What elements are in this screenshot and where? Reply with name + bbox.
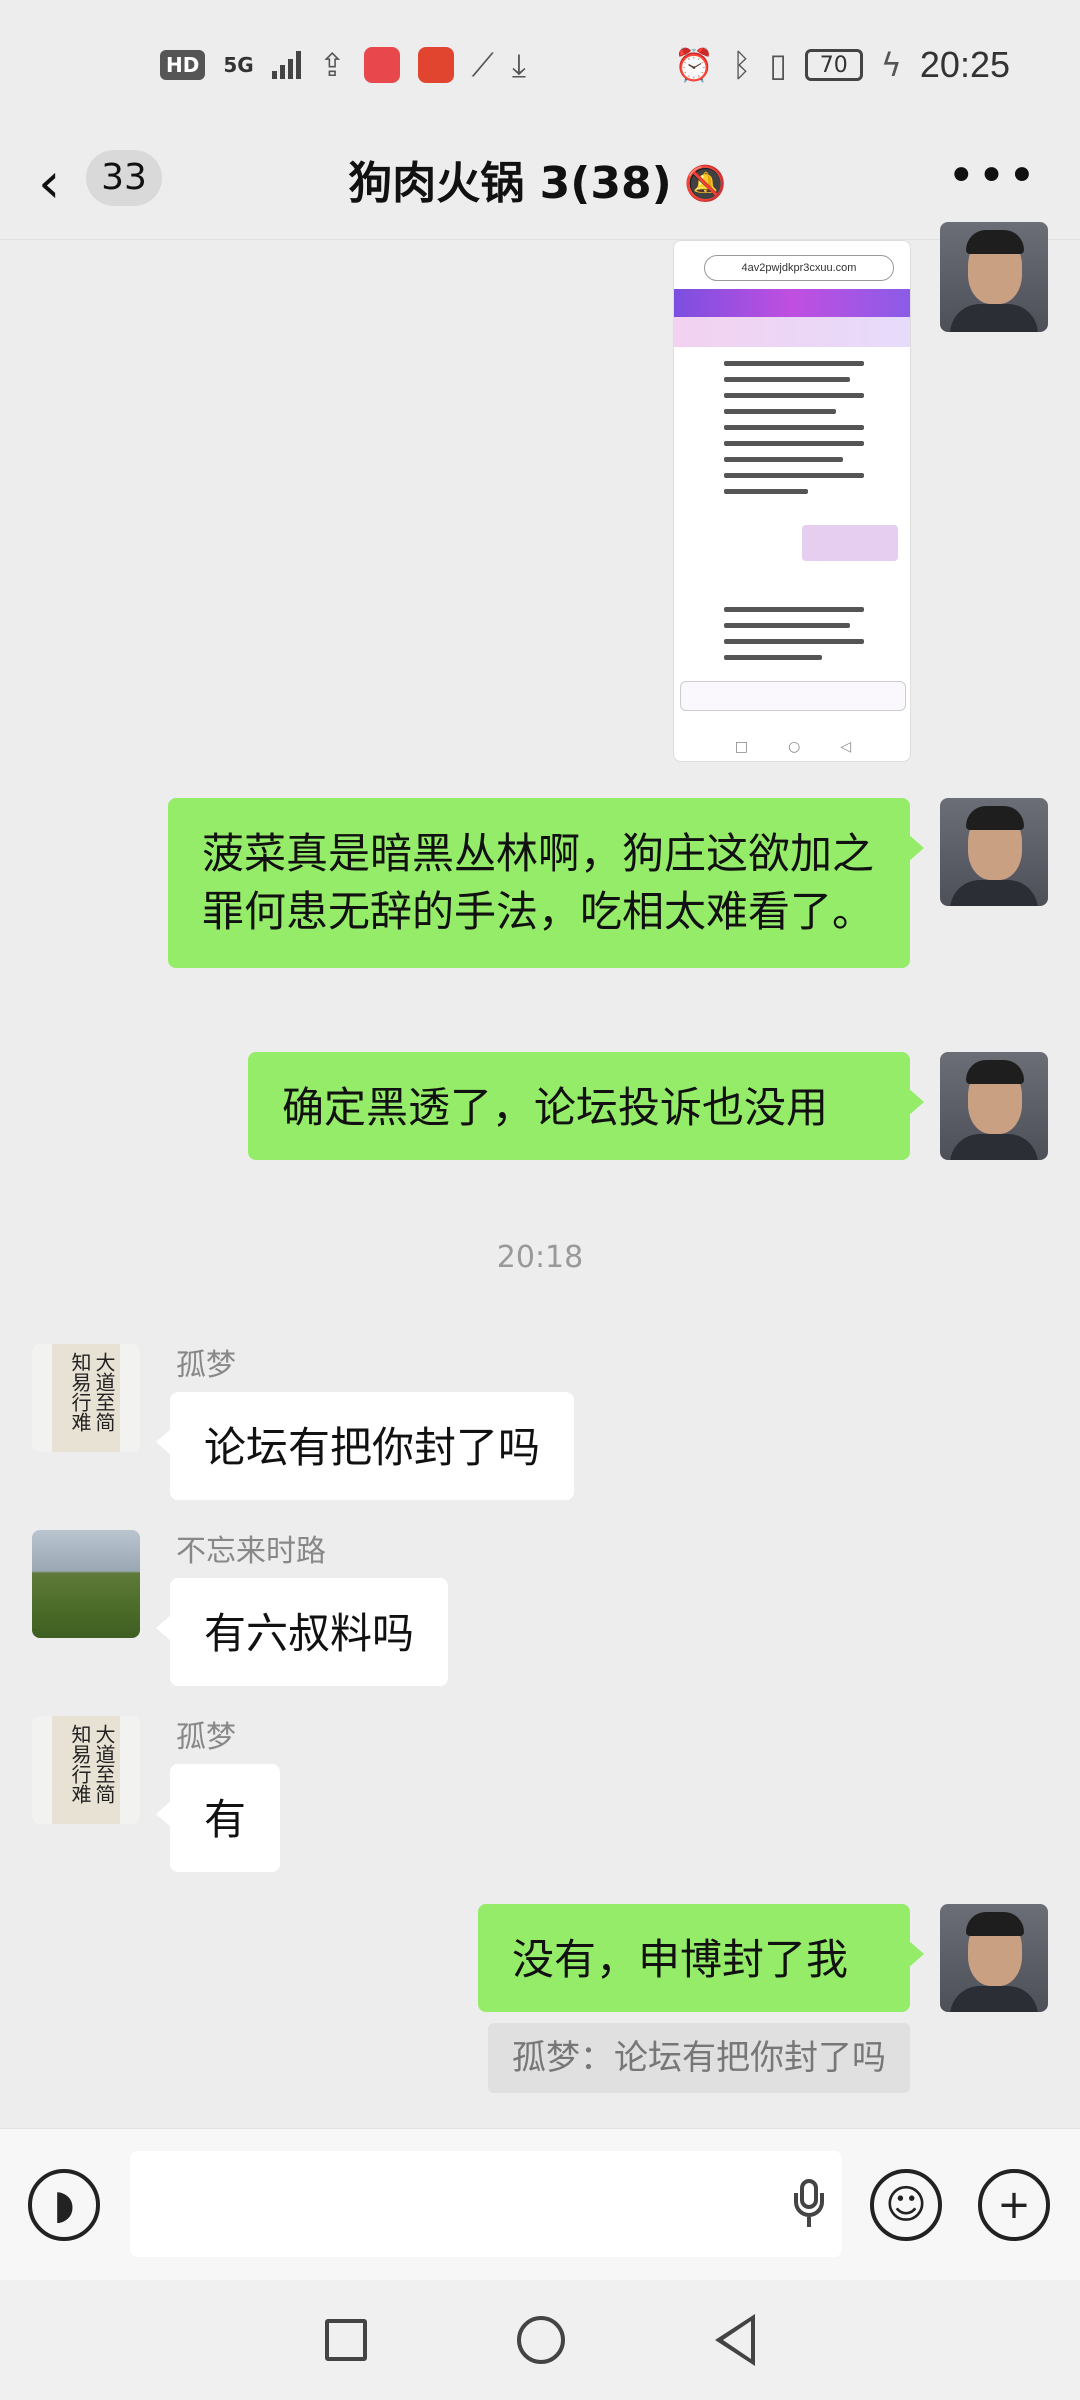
mute-bell-icon: 🔕	[684, 164, 727, 204]
network-type: 5G	[223, 53, 254, 77]
voice-icon[interactable]: ◗	[28, 2169, 100, 2241]
message-bubble-incoming[interactable]: 论坛有把你封了吗	[155, 1392, 575, 1500]
upload-icon: ⇪	[318, 46, 346, 84]
status-bar: HD 5G ⇪ ⟋ ⤓ ⏰ ᛒ ▯ 70 ϟ 20:25	[0, 0, 1080, 130]
avatar-buwanglaishilu[interactable]	[32, 1530, 140, 1638]
message-input[interactable]	[130, 2151, 842, 2257]
signal-icon	[271, 51, 301, 79]
recents-icon[interactable]	[325, 2319, 367, 2361]
status-right: ⏰ ᛒ ▯ 70 ϟ 20:25	[674, 44, 1010, 86]
avatar-gumeng[interactable]: 大道至简知易行难	[32, 1716, 140, 1824]
message-bubble-outgoing[interactable]: 菠菜真是暗黑丛林啊，狗庄这欲加之罪何患无辞的手法，吃相太难看了。	[168, 798, 924, 968]
link-icon: ⟋	[471, 45, 494, 84]
status-left: HD 5G ⇪ ⟋ ⤓	[160, 46, 526, 85]
quoted-message[interactable]: 孤梦：论坛有把你封了吗	[488, 2023, 910, 2093]
sender-name: 不忘来时路	[176, 1534, 326, 1569]
bluetooth-icon: ᛒ	[731, 46, 752, 84]
hd-badge: HD	[160, 50, 206, 80]
more-icon[interactable]: •••	[947, 148, 1038, 204]
screenshot-url: 4av2pwjdkpr3cxuu.com	[704, 255, 894, 281]
charging-icon: ϟ	[880, 46, 902, 84]
mic-icon[interactable]	[794, 2179, 824, 2229]
back-nav-icon[interactable]	[715, 2314, 755, 2366]
avatar-self[interactable]	[940, 1904, 1048, 2012]
avatar-self[interactable]	[940, 222, 1048, 332]
vibrate-icon: ▯	[769, 46, 787, 84]
battery-icon: 70	[804, 49, 863, 81]
input-bar: ◗ ☺ +	[0, 2128, 1080, 2280]
sender-name: 孤梦	[176, 1720, 236, 1755]
system-nav-bar	[0, 2280, 1080, 2400]
message-bubble-incoming[interactable]: 有	[155, 1764, 281, 1872]
avatar-calligraphy-text: 大道至简知易行难	[52, 1716, 120, 1824]
huawei-app-icon	[363, 47, 400, 83]
message-bubble-incoming[interactable]: 有六叔料吗	[155, 1578, 449, 1686]
home-icon[interactable]	[517, 2316, 565, 2364]
avatar-calligraphy-text: 大道至简知易行难	[52, 1344, 120, 1452]
image-message[interactable]: 4av2pwjdkpr3cxuu.com □ ○ ◁	[673, 240, 911, 762]
avatar-self[interactable]	[940, 1052, 1048, 1160]
chat-title: 狗肉火锅 3(38)	[348, 158, 672, 209]
battery-level: 70	[819, 52, 848, 78]
avatar-self[interactable]	[940, 798, 1048, 906]
sender-name: 孤梦	[176, 1348, 236, 1383]
plus-icon[interactable]: +	[978, 2169, 1050, 2241]
emoji-icon[interactable]: ☺	[870, 2169, 942, 2241]
download-icon: ⤓	[511, 45, 527, 84]
avatar-gumeng[interactable]: 大道至简知易行难	[32, 1344, 140, 1452]
alarm-icon: ⏰	[674, 46, 714, 84]
message-bubble-outgoing[interactable]: 没有，申博封了我	[478, 1904, 924, 2012]
clock: 20:25	[919, 44, 1010, 85]
message-bubble-outgoing[interactable]: 确定黑透了，论坛投诉也没用	[248, 1052, 924, 1160]
message-timestamp: 20:18	[496, 1240, 584, 1275]
chat-header: ‹ 33 狗肉火锅 3(38) 🔕 •••	[0, 130, 1080, 240]
app-notification-icon	[417, 47, 454, 83]
